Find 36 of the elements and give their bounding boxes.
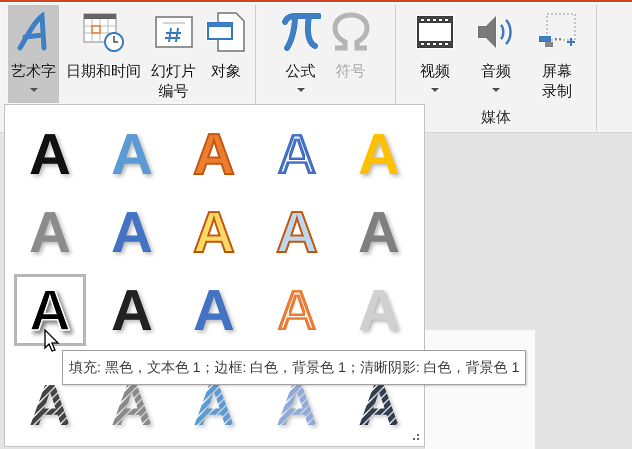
- wordart-letter: A: [192, 286, 236, 334]
- ribbon-button[interactable]: 日期和时间: [63, 5, 144, 103]
- wordart-style[interactable]: A: [96, 118, 168, 190]
- mouse-pointer-icon: [44, 329, 60, 353]
- group-label: 媒体: [481, 108, 511, 128]
- wordart-style[interactable]: A: [14, 196, 86, 268]
- wordart-letter: A: [192, 130, 236, 178]
- wordart-style[interactable]: A: [96, 196, 168, 268]
- wordart-style[interactable]: A: [178, 118, 250, 190]
- wordart-style[interactable]: A: [14, 118, 86, 190]
- ribbon-button[interactable]: 艺术字: [8, 5, 59, 103]
- ribbon-button[interactable]: 音频: [472, 5, 520, 103]
- wordart-letter: A: [28, 130, 72, 178]
- omega-icon: [330, 12, 370, 52]
- wordart-letter: A: [28, 208, 72, 256]
- ribbon-button[interactable]: 视频: [412, 5, 458, 103]
- wordart-letter: A: [356, 286, 401, 334]
- wordart-style[interactable]: A: [96, 274, 168, 346]
- wordart-style[interactable]: A: [178, 274, 250, 346]
- wordart-letter: A: [110, 130, 154, 178]
- ribbon-button[interactable]: 屏幕 录制: [534, 5, 580, 103]
- ribbon-button[interactable]: 幻灯片 编号: [148, 5, 199, 103]
- object-icon: [206, 11, 246, 53]
- wordart-letter: A: [356, 130, 401, 178]
- wordart-letter: A: [274, 208, 319, 256]
- wordart-letter: A: [110, 286, 154, 334]
- wordart-letter: A: [192, 208, 236, 256]
- pi-icon: [280, 12, 320, 52]
- wordart-letter: A: [356, 208, 401, 256]
- wordart-letter: A: [110, 208, 154, 256]
- tooltip: 填充: 黑色，文本色 1；边框: 白色，背景色 1；清晰阴影: 白色，背景色 1: [62, 350, 526, 385]
- ribbon-button[interactable]: 公式: [278, 5, 324, 103]
- calendar-clock-icon: [82, 12, 126, 52]
- resize-grip-icon[interactable]: [412, 433, 420, 441]
- ribbon-button[interactable]: 对象: [203, 5, 249, 103]
- wordart-style[interactable]: A: [342, 196, 415, 268]
